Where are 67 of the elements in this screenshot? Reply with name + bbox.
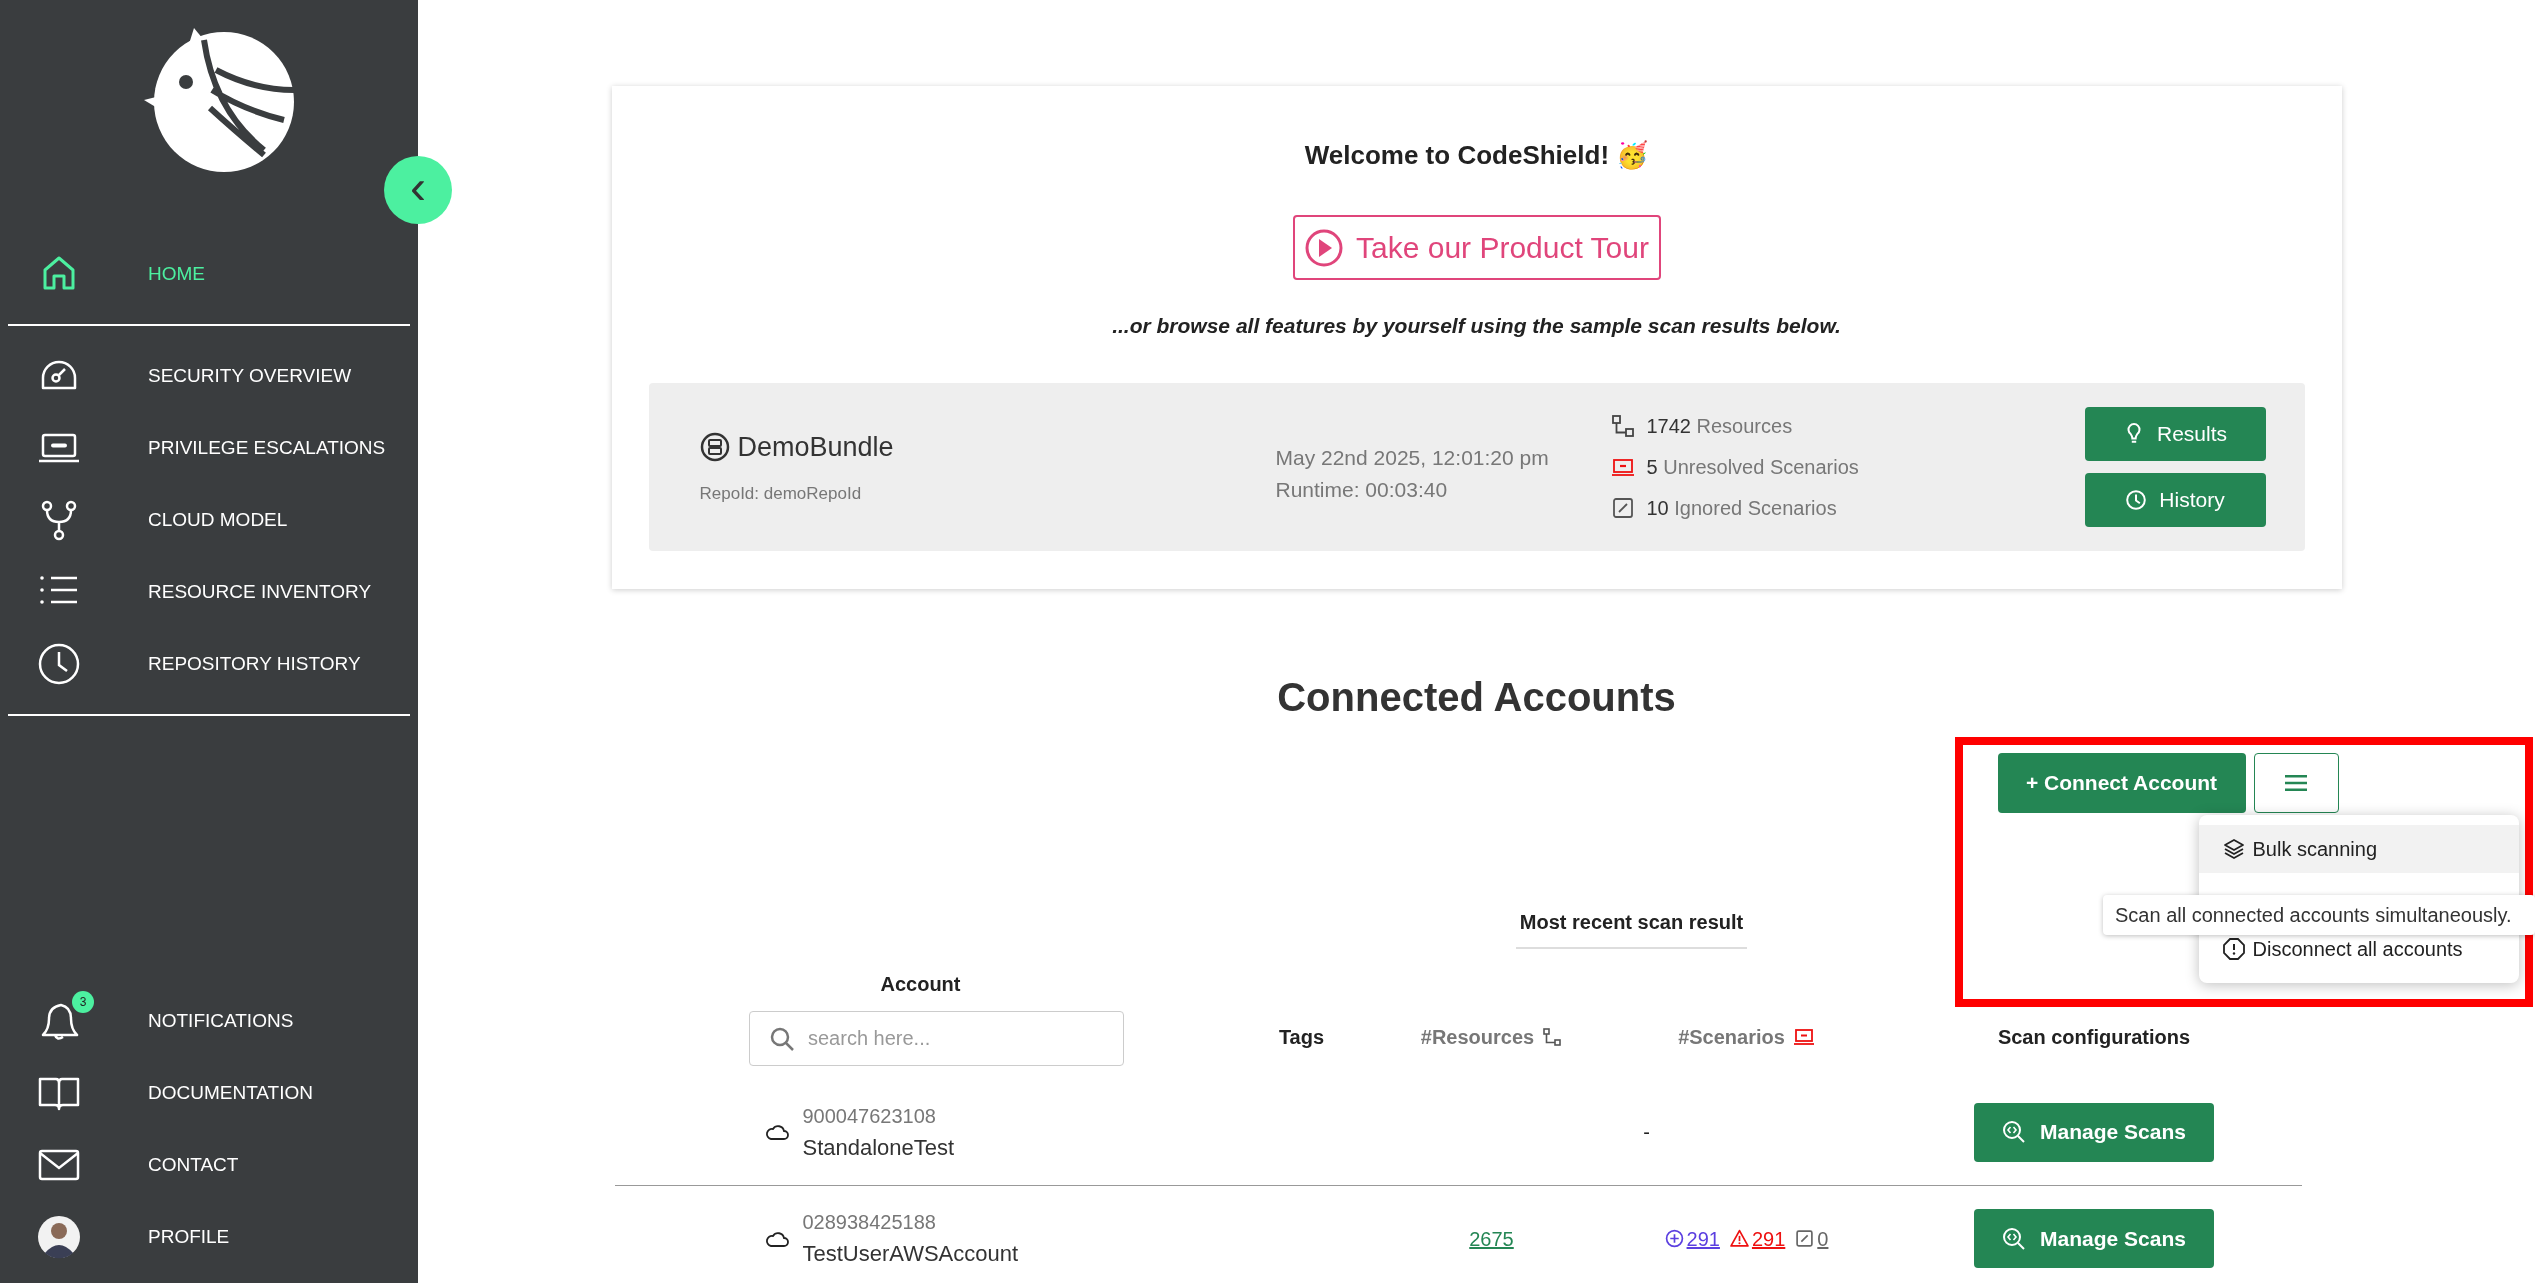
scan-date: May 22nd 2025, 12:01:20 pm bbox=[1275, 445, 1550, 471]
menu-item[interactable]: Bulk scanning bbox=[2198, 824, 2519, 873]
stat-text: 1742 Resources bbox=[1646, 413, 1793, 439]
stat-text: 5 Unresolved Scenarios bbox=[1646, 454, 1859, 480]
welcome-title: Welcome to CodeShield! 🥳 bbox=[1304, 139, 1649, 170]
scenario-count-link[interactable]: 291 bbox=[1751, 1223, 1786, 1254]
nav-item[interactable]: CLOUD MODEL bbox=[0, 484, 418, 556]
menu-button[interactable] bbox=[2253, 752, 2339, 813]
empty-result: - bbox=[1642, 1120, 1651, 1145]
clock-icon bbox=[37, 642, 81, 686]
demo-button[interactable]: History bbox=[2084, 472, 2266, 527]
tooltip: Scan all connected accounts simultaneously. bbox=[2103, 895, 2535, 935]
column-header: #Scenarios bbox=[1678, 1024, 1785, 1050]
resources-icon bbox=[1542, 1026, 1563, 1047]
column-header: Account bbox=[880, 971, 961, 997]
nav-item[interactable]: PROFILE bbox=[0, 1201, 418, 1273]
search-icon bbox=[769, 1025, 795, 1052]
product-tour-button[interactable]: Take our Product Tour bbox=[1292, 215, 1661, 280]
stat-text: 10 Ignored Scenarios bbox=[1646, 495, 1837, 521]
search-code-icon bbox=[2002, 1120, 2027, 1144]
column-header: Scan configurations bbox=[1997, 1024, 2191, 1050]
nav-item[interactable]: HOME bbox=[0, 238, 418, 310]
manage-scans-button[interactable]: Manage Scans bbox=[1974, 1209, 2214, 1268]
account-id: 028938425188 bbox=[802, 1210, 937, 1235]
nav-item[interactable]: CONTACT bbox=[0, 1129, 418, 1201]
nav-item[interactable]: PRIVILEGE ESCALATIONS bbox=[0, 412, 418, 484]
search-code-icon bbox=[2002, 1226, 2027, 1251]
menu-icon bbox=[2285, 774, 2307, 791]
nav-item[interactable]: DOCUMENTATION bbox=[0, 1057, 418, 1129]
section-heading: Connected Accounts bbox=[1277, 673, 1676, 715]
column-header: Tags bbox=[1278, 1024, 1325, 1050]
collapse-button[interactable]: ‹ bbox=[384, 156, 452, 224]
clock-icon bbox=[2125, 488, 2148, 511]
scenario-count-link[interactable]: 291 bbox=[1686, 1223, 1720, 1254]
repo-id: RepoId: demoRepoId bbox=[699, 483, 863, 505]
nav-item[interactable]: SECURITY OVERVIEW bbox=[0, 340, 418, 412]
connect-account-button[interactable]: + Connect Account bbox=[1997, 752, 2246, 813]
warning-icon bbox=[1729, 1229, 1749, 1248]
layers-icon bbox=[2222, 837, 2245, 860]
account-name: StandaloneTest bbox=[802, 1133, 955, 1162]
bundle-name: DemoBundle bbox=[737, 430, 894, 464]
laptop-icon bbox=[1792, 1027, 1815, 1046]
scan-runtime: Runtime: 00:03:40 bbox=[1275, 476, 1449, 503]
checkbox-icon bbox=[1610, 495, 1635, 520]
cloud-icon bbox=[764, 1124, 789, 1140]
resources-icon bbox=[1610, 413, 1635, 438]
account-name: TestUserAWSAccount bbox=[802, 1240, 1019, 1268]
column-group-heading: Most recent scan result bbox=[1515, 906, 1748, 949]
play-icon bbox=[1304, 227, 1344, 268]
avatar-icon bbox=[37, 1215, 81, 1259]
resources-link[interactable]: 2675 bbox=[1469, 1223, 1514, 1254]
account-id: 900047623108 bbox=[802, 1103, 937, 1129]
column-header: #Resources bbox=[1420, 1024, 1535, 1050]
checkbox-icon bbox=[1795, 1229, 1815, 1248]
demo-button[interactable]: Results bbox=[2084, 406, 2266, 461]
alert-icon bbox=[2222, 937, 2245, 960]
nav-item[interactable]: RESOURCE INVENTORY bbox=[0, 556, 418, 628]
search-field[interactable]: search here... bbox=[749, 1010, 1124, 1066]
manage-scans-button[interactable]: Manage Scans bbox=[1974, 1102, 2214, 1162]
cloud-icon bbox=[764, 1230, 789, 1247]
bundle-icon bbox=[699, 431, 730, 462]
notification-badge: 3 bbox=[72, 991, 94, 1013]
nav-item[interactable]: REPOSITORY HISTORY bbox=[0, 628, 418, 700]
nav-item[interactable]: 3 NOTIFICATIONS bbox=[0, 985, 418, 1057]
plus-circle-icon bbox=[1664, 1229, 1684, 1248]
welcome-subtitle: ...or browse all features by yourself using the sample scan results below. bbox=[1112, 313, 1841, 339]
scenario-count-link[interactable]: 0 bbox=[1817, 1223, 1829, 1254]
